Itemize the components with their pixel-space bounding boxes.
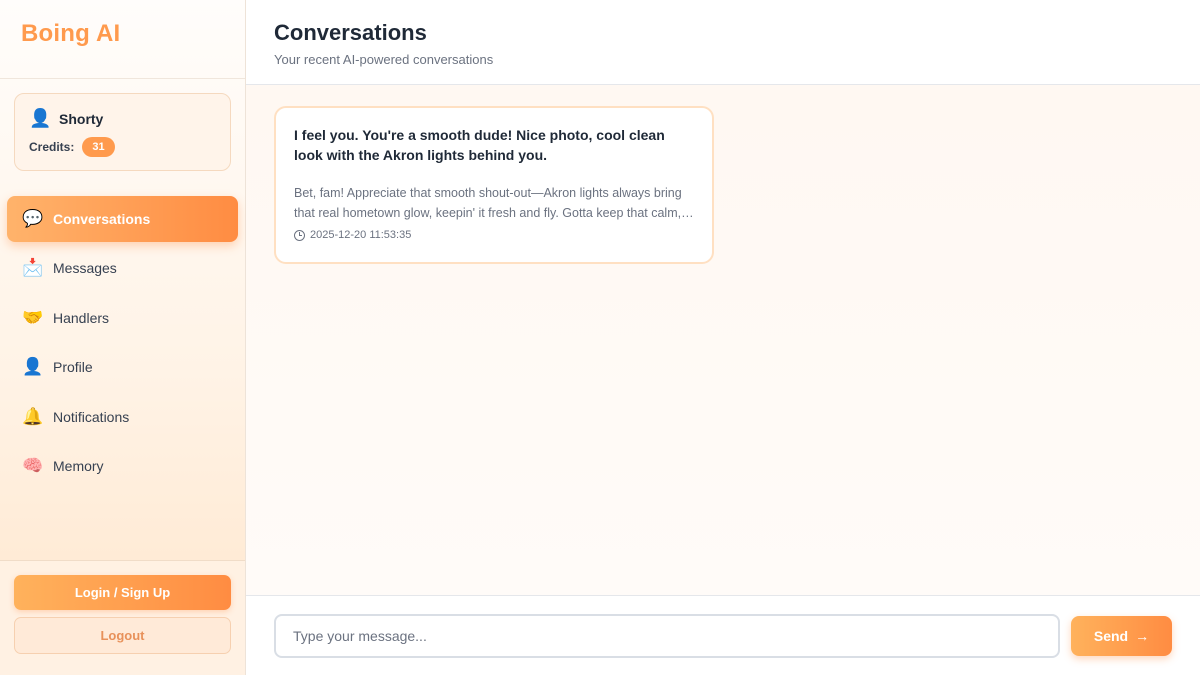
conversation-timestamp: 2025-12-20 11:53:35 <box>310 229 412 241</box>
user-name: Shorty <box>59 110 104 127</box>
handshake-icon: 🤝 <box>22 307 44 327</box>
sidebar-item-label: Profile <box>53 359 93 376</box>
sidebar-item-label: Memory <box>53 457 104 474</box>
credits-row: Credits: 31 <box>29 137 216 157</box>
conversation-timestamp-row: 2025-12-20 11:53:35 <box>294 229 694 241</box>
brand-header: Boing AI <box>0 0 245 79</box>
brain-icon: 🧠 <box>22 455 44 475</box>
conversation-list[interactable]: I feel you. You're a smooth dude! Nice p… <box>246 85 1200 595</box>
sidebar-item-memory[interactable]: 🧠 Memory <box>7 443 238 489</box>
sidebar-item-profile[interactable]: 👤 Profile <box>7 344 238 390</box>
sidebar-item-label: Notifications <box>53 408 130 425</box>
sidebar-item-handlers[interactable]: 🤝 Handlers <box>7 295 238 341</box>
user-icon: 👤 <box>29 108 52 128</box>
message-composer: Send → <box>246 595 1200 675</box>
login-signup-button[interactable]: Login / Sign Up <box>14 575 231 610</box>
conversation-card[interactable]: I feel you. You're a smooth dude! Nice p… <box>274 106 714 264</box>
clock-icon <box>294 229 305 241</box>
credits-badge: 31 <box>82 137 115 157</box>
user-icon: 👤 <box>22 357 44 377</box>
send-button[interactable]: Send → <box>1071 616 1172 656</box>
sidebar-item-label: Handlers <box>53 309 110 326</box>
arrow-right-icon: → <box>1135 628 1150 644</box>
message-input[interactable] <box>274 614 1060 658</box>
sidebar-item-notifications[interactable]: 🔔 Notifications <box>7 394 238 440</box>
sidebar-nav: 💬 Conversations 📩 Messages 🤝 Handlers 👤 … <box>7 196 238 492</box>
user-row: 👤 Shorty <box>29 108 216 129</box>
logout-button[interactable]: Logout <box>14 617 231 654</box>
sidebar-item-messages[interactable]: 📩 Messages <box>7 245 238 291</box>
sidebar: Boing AI 👤 Shorty Credits: 31 💬 Conversa… <box>0 0 246 675</box>
page-header: Conversations Your recent AI-powered con… <box>246 0 1200 85</box>
page-title: Conversations <box>274 20 427 45</box>
main-panel: Conversations Your recent AI-powered con… <box>246 0 1200 675</box>
app-root: Boing AI 👤 Shorty Credits: 31 💬 Conversa… <box>0 0 1200 675</box>
conversation-preview: Bet, fam! Appreciate that smooth shout-o… <box>294 186 682 220</box>
user-card: 👤 Shorty Credits: 31 <box>14 93 231 171</box>
page-subtitle: Your recent AI-powered conversations <box>274 52 494 67</box>
sidebar-item-label: Conversations <box>53 211 151 227</box>
brand-logo-text[interactable]: Boing AI <box>21 20 245 48</box>
envelope-icon: 📩 <box>22 258 44 278</box>
bell-icon: 🔔 <box>22 406 44 426</box>
sidebar-item-conversations[interactable]: 💬 Conversations <box>7 196 238 242</box>
send-button-label: Send <box>1093 628 1129 644</box>
credits-label: Credits: <box>29 140 75 154</box>
sidebar-item-label: Messages <box>53 260 117 277</box>
speech-bubble-icon: 💬 <box>22 209 44 228</box>
sidebar-footer: Login / Sign Up Logout <box>0 560 245 675</box>
conversation-title: I feel you. You're a smooth dude! Nice p… <box>294 127 665 163</box>
